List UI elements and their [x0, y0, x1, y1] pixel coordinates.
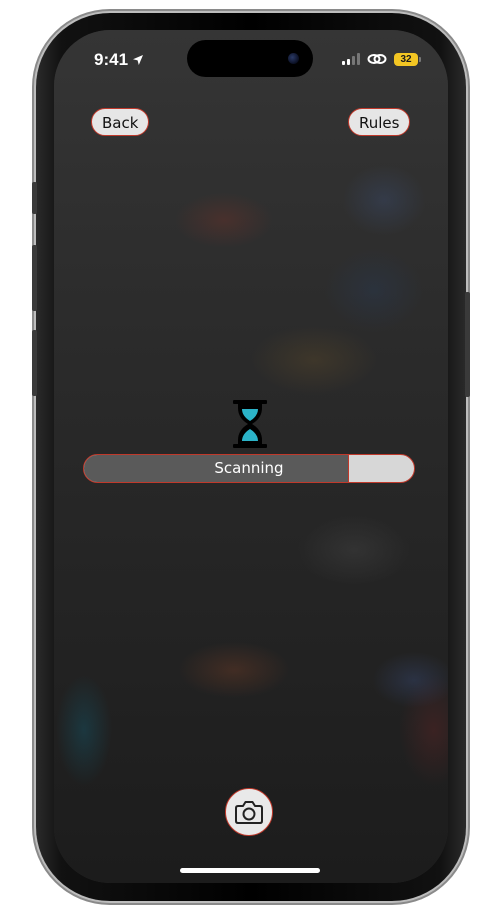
signal-icon	[342, 53, 360, 65]
scan-progress-label: Scanning	[214, 459, 284, 477]
volume-down-button	[32, 330, 37, 396]
front-camera-icon	[288, 53, 299, 64]
dynamic-island	[187, 40, 313, 77]
back-button[interactable]: Back	[91, 108, 150, 136]
link-icon	[367, 54, 387, 64]
volume-up-button	[32, 245, 37, 311]
camera-capture-button[interactable]	[225, 788, 273, 836]
home-indicator[interactable]	[180, 868, 320, 873]
power-button	[465, 292, 470, 397]
hourglass-icon	[233, 400, 267, 448]
battery-icon: 32	[394, 52, 421, 66]
action-button	[32, 182, 37, 214]
camera-icon	[235, 801, 263, 824]
battery-level: 32	[400, 53, 412, 65]
location-arrow-icon	[133, 55, 144, 65]
scan-progress-bar: Scanning	[83, 454, 415, 483]
app-screen: 9:41 32 Back Rules Scanning	[54, 30, 448, 883]
status-time-label: 9:41	[94, 50, 129, 69]
rules-button[interactable]: Rules	[348, 108, 411, 136]
status-time: 9:41	[94, 50, 144, 70]
status-icons: 32	[342, 52, 421, 66]
